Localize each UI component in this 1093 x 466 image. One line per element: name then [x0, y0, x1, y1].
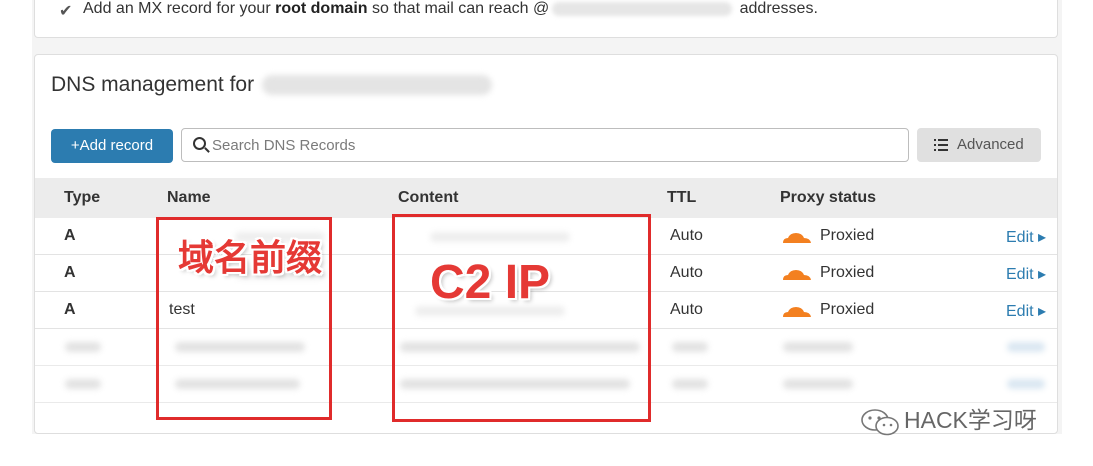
- advanced-label: Advanced: [957, 136, 1024, 153]
- c2-ip-annotation: C2 IP: [430, 256, 551, 309]
- mx-text-part: addresses.: [735, 0, 818, 17]
- edit-link[interactable]: Edit ▸: [1006, 264, 1046, 284]
- record-ttl: Auto: [670, 301, 703, 318]
- blurred-cell: [65, 342, 101, 352]
- blurred-cell: [783, 342, 853, 352]
- table-header: Type Name Content TTL Proxy status: [35, 178, 1057, 218]
- edit-link[interactable]: Edit ▸: [1006, 301, 1046, 321]
- proxied-cloud-icon: [783, 307, 811, 317]
- proxy-status: Proxied: [820, 227, 875, 244]
- proxied-cloud-icon: [783, 270, 811, 280]
- blurred-cell: [783, 379, 853, 389]
- add-record-button[interactable]: +Add record: [51, 129, 173, 163]
- mx-text-part: Add an MX record for your: [83, 0, 276, 17]
- search-icon: [193, 137, 206, 150]
- wechat-icon: [861, 409, 899, 436]
- edit-label: Edit: [1006, 266, 1034, 283]
- blurred-cell: [1007, 342, 1045, 352]
- blurred-cell: [65, 379, 101, 389]
- col-proxy-status[interactable]: Proxy status: [780, 189, 876, 207]
- proxy-status: Proxied: [820, 264, 875, 281]
- watermark-text: HACK学习呀: [904, 407, 1037, 433]
- record-ttl: Auto: [670, 264, 703, 281]
- checkmark-icon: ✔: [59, 3, 73, 20]
- mx-text-part: so that mail can reach @: [367, 0, 550, 17]
- mx-text-bold: root domain: [275, 0, 368, 17]
- record-type: A: [64, 301, 76, 318]
- domain-prefix-annotation: 域名前缀: [178, 237, 323, 278]
- col-name[interactable]: Name: [167, 189, 211, 207]
- edit-link[interactable]: Edit ▸: [1006, 227, 1046, 247]
- record-type: A: [64, 227, 76, 244]
- mx-record-text: Add an MX record for your root domain so…: [83, 0, 818, 18]
- edit-label: Edit: [1006, 229, 1034, 246]
- dns-title: DNS management for: [51, 73, 493, 97]
- list-icon: [934, 139, 948, 151]
- proxied-cloud-icon: [783, 233, 811, 243]
- blurred-cell: [672, 379, 708, 389]
- mx-record-card: ✔ Add an MX record for your root domain …: [34, 0, 1058, 38]
- col-ttl[interactable]: TTL: [667, 189, 696, 207]
- search-box[interactable]: [181, 128, 909, 162]
- advanced-button[interactable]: Advanced: [917, 128, 1041, 162]
- blurred-cell: [672, 342, 708, 352]
- dns-title-text: DNS management for: [51, 73, 255, 96]
- proxy-status: Proxied: [820, 301, 875, 318]
- search-input[interactable]: [212, 129, 892, 161]
- col-content[interactable]: Content: [398, 189, 458, 207]
- record-type: A: [64, 264, 76, 281]
- record-ttl: Auto: [670, 227, 703, 244]
- blurred-cell: [1007, 379, 1045, 389]
- content-highlight-box: [392, 214, 651, 422]
- blurred-domain: [262, 75, 493, 96]
- blurred-domain: [552, 1, 733, 16]
- edit-label: Edit: [1006, 303, 1034, 320]
- watermark: HACK学习呀: [860, 401, 1037, 436]
- col-type[interactable]: Type: [64, 189, 100, 207]
